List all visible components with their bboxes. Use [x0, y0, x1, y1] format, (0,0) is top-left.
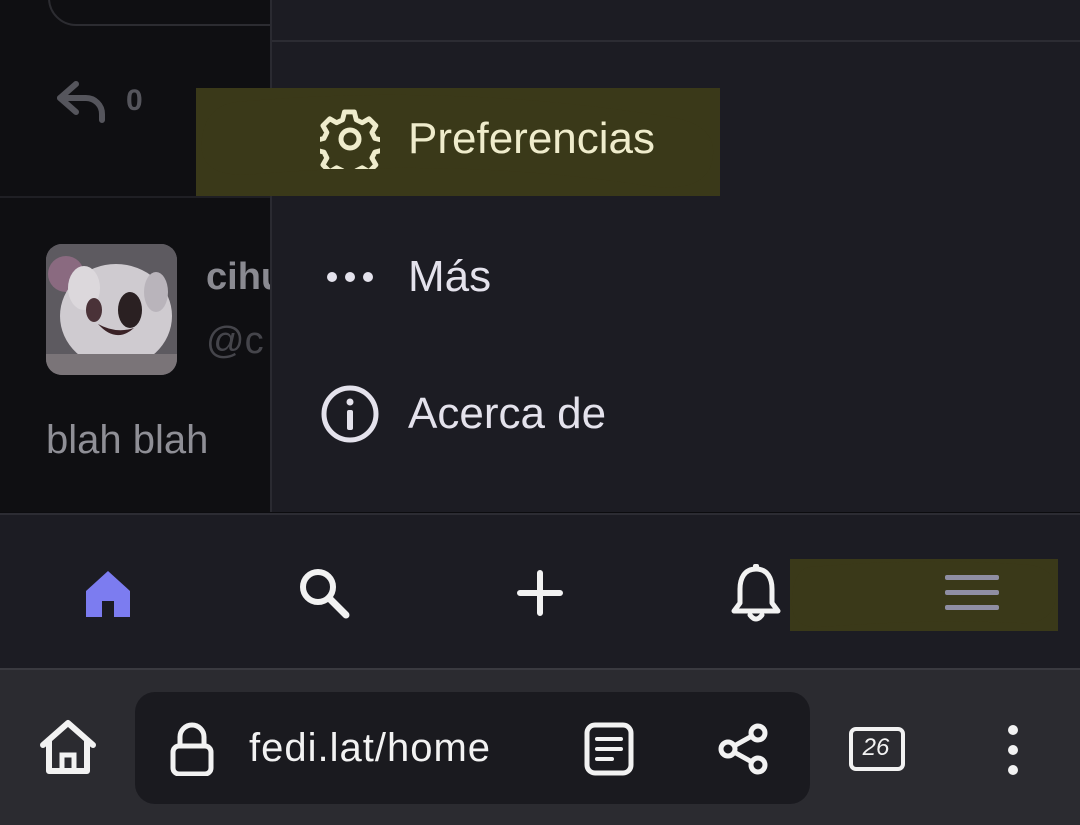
- home-icon: [86, 570, 130, 617]
- menu-item-more[interactable]: Más: [320, 242, 491, 312]
- menu-icon: [945, 574, 999, 610]
- post-text: blah blah: [46, 418, 209, 462]
- nav-search[interactable]: [274, 515, 374, 670]
- browser-home-button[interactable]: [36, 718, 100, 778]
- bell-icon: [731, 563, 781, 621]
- feed-column: 0 cihu @c blah blah: [0, 0, 270, 512]
- reply-count: 0: [126, 84, 143, 117]
- tabs-button[interactable]: 26: [848, 726, 906, 772]
- menu-item-label: Acerca de: [408, 389, 607, 438]
- nav-home[interactable]: [58, 515, 158, 670]
- previous-post-card-edge: [48, 0, 270, 26]
- menu-item-label: Preferencias: [408, 114, 656, 163]
- info-icon: [321, 385, 379, 443]
- reader-mode-button[interactable]: [581, 722, 637, 776]
- kebab-menu-icon: [1008, 725, 1018, 775]
- menu-item-preferences[interactable]: Preferencias: [320, 104, 655, 174]
- nav-menu[interactable]: [922, 515, 1022, 670]
- tab-count: 26: [862, 734, 890, 761]
- post-divider: [0, 196, 270, 198]
- nav-compose[interactable]: [490, 515, 590, 670]
- browser-overflow-button[interactable]: [990, 720, 1036, 780]
- drawer-top-divider: [272, 40, 1080, 42]
- home-outline-icon: [40, 720, 96, 774]
- gear-icon: [320, 109, 380, 169]
- browser-toolbar: fedi.lat/home 26: [0, 668, 1080, 825]
- reply-action[interactable]: 0: [52, 78, 143, 124]
- author-handle: @c: [206, 320, 264, 362]
- reply-icon: [57, 81, 105, 123]
- author-name[interactable]: cihu: [206, 256, 270, 299]
- share-button[interactable]: [715, 722, 771, 776]
- avatar[interactable]: [46, 244, 177, 375]
- lock-icon: [170, 722, 214, 776]
- bottom-navigation: [0, 513, 1080, 668]
- address-bar[interactable]: fedi.lat/home: [135, 692, 810, 804]
- reader-mode-icon: [584, 722, 634, 776]
- more-dots-icon: [327, 272, 373, 282]
- menu-item-about[interactable]: Acerca de: [320, 379, 606, 449]
- search-icon: [300, 568, 350, 618]
- menu-item-label: Más: [408, 252, 492, 301]
- share-icon: [718, 723, 768, 775]
- url-text[interactable]: fedi.lat/home: [249, 726, 491, 771]
- compose-plus-icon: [517, 569, 563, 616]
- drawer-menu: Preferencias Más Acerca de: [196, 0, 1080, 512]
